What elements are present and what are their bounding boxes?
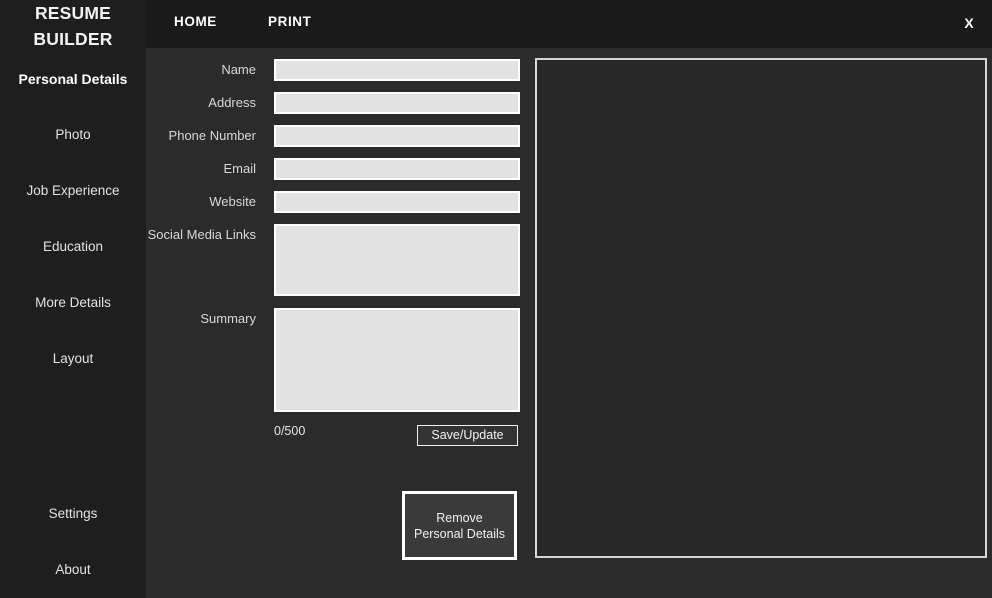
input-email[interactable] [274, 158, 520, 180]
input-website[interactable] [274, 191, 520, 213]
label-website: Website [209, 194, 256, 209]
sidebar: RESUME BUILDER Personal Details Photo Jo… [0, 0, 146, 598]
save-update-label: Save/Update [431, 428, 504, 442]
brand-line-1: RESUME [34, 3, 112, 23]
sidebar-item-more-details[interactable]: More Details [0, 294, 146, 312]
label-summary: Summary [200, 311, 256, 326]
remove-personal-details-label: Remove Personal Details [413, 510, 505, 541]
top-navigation-bar: HOME PRINT X [146, 0, 992, 48]
app-brand: RESUME BUILDER [0, 0, 146, 52]
character-counter: 0/500 [274, 424, 306, 438]
input-name[interactable] [274, 59, 520, 81]
label-address: Address [208, 95, 256, 110]
label-email: Email [223, 161, 256, 176]
close-icon[interactable]: X [959, 13, 979, 33]
brand-line-2: BUILDER [33, 29, 113, 49]
input-phone-number[interactable] [274, 125, 520, 147]
main-content: Name Address Phone Number Email Website … [146, 48, 992, 598]
sidebar-item-label: About [55, 562, 91, 577]
sidebar-item-settings[interactable]: Settings [0, 505, 146, 523]
label-name: Name [221, 62, 256, 77]
remove-personal-details-button[interactable]: Remove Personal Details [402, 491, 517, 560]
sidebar-item-label: More Details [35, 295, 111, 310]
sidebar-item-about[interactable]: About [0, 561, 146, 579]
sidebar-item-label: Layout [52, 351, 94, 366]
input-summary[interactable] [274, 308, 520, 412]
tab-print-label: PRINT [268, 14, 312, 29]
label-phone-number: Phone Number [168, 128, 256, 143]
input-address[interactable] [274, 92, 520, 114]
resume-preview-panel[interactable] [535, 58, 987, 558]
label-social-media-links: Social Media Links [147, 227, 256, 242]
input-social-media-links[interactable] [274, 224, 520, 296]
tab-home[interactable]: HOME [174, 14, 217, 29]
sidebar-item-layout[interactable]: Layout [0, 350, 146, 368]
sidebar-item-label: Settings [48, 506, 98, 521]
tab-home-label: HOME [174, 14, 217, 29]
save-update-button[interactable]: Save/Update [417, 425, 518, 446]
tab-print[interactable]: PRINT [268, 14, 312, 29]
resume-builder-window: RESUME BUILDER Personal Details Photo Jo… [0, 0, 992, 598]
